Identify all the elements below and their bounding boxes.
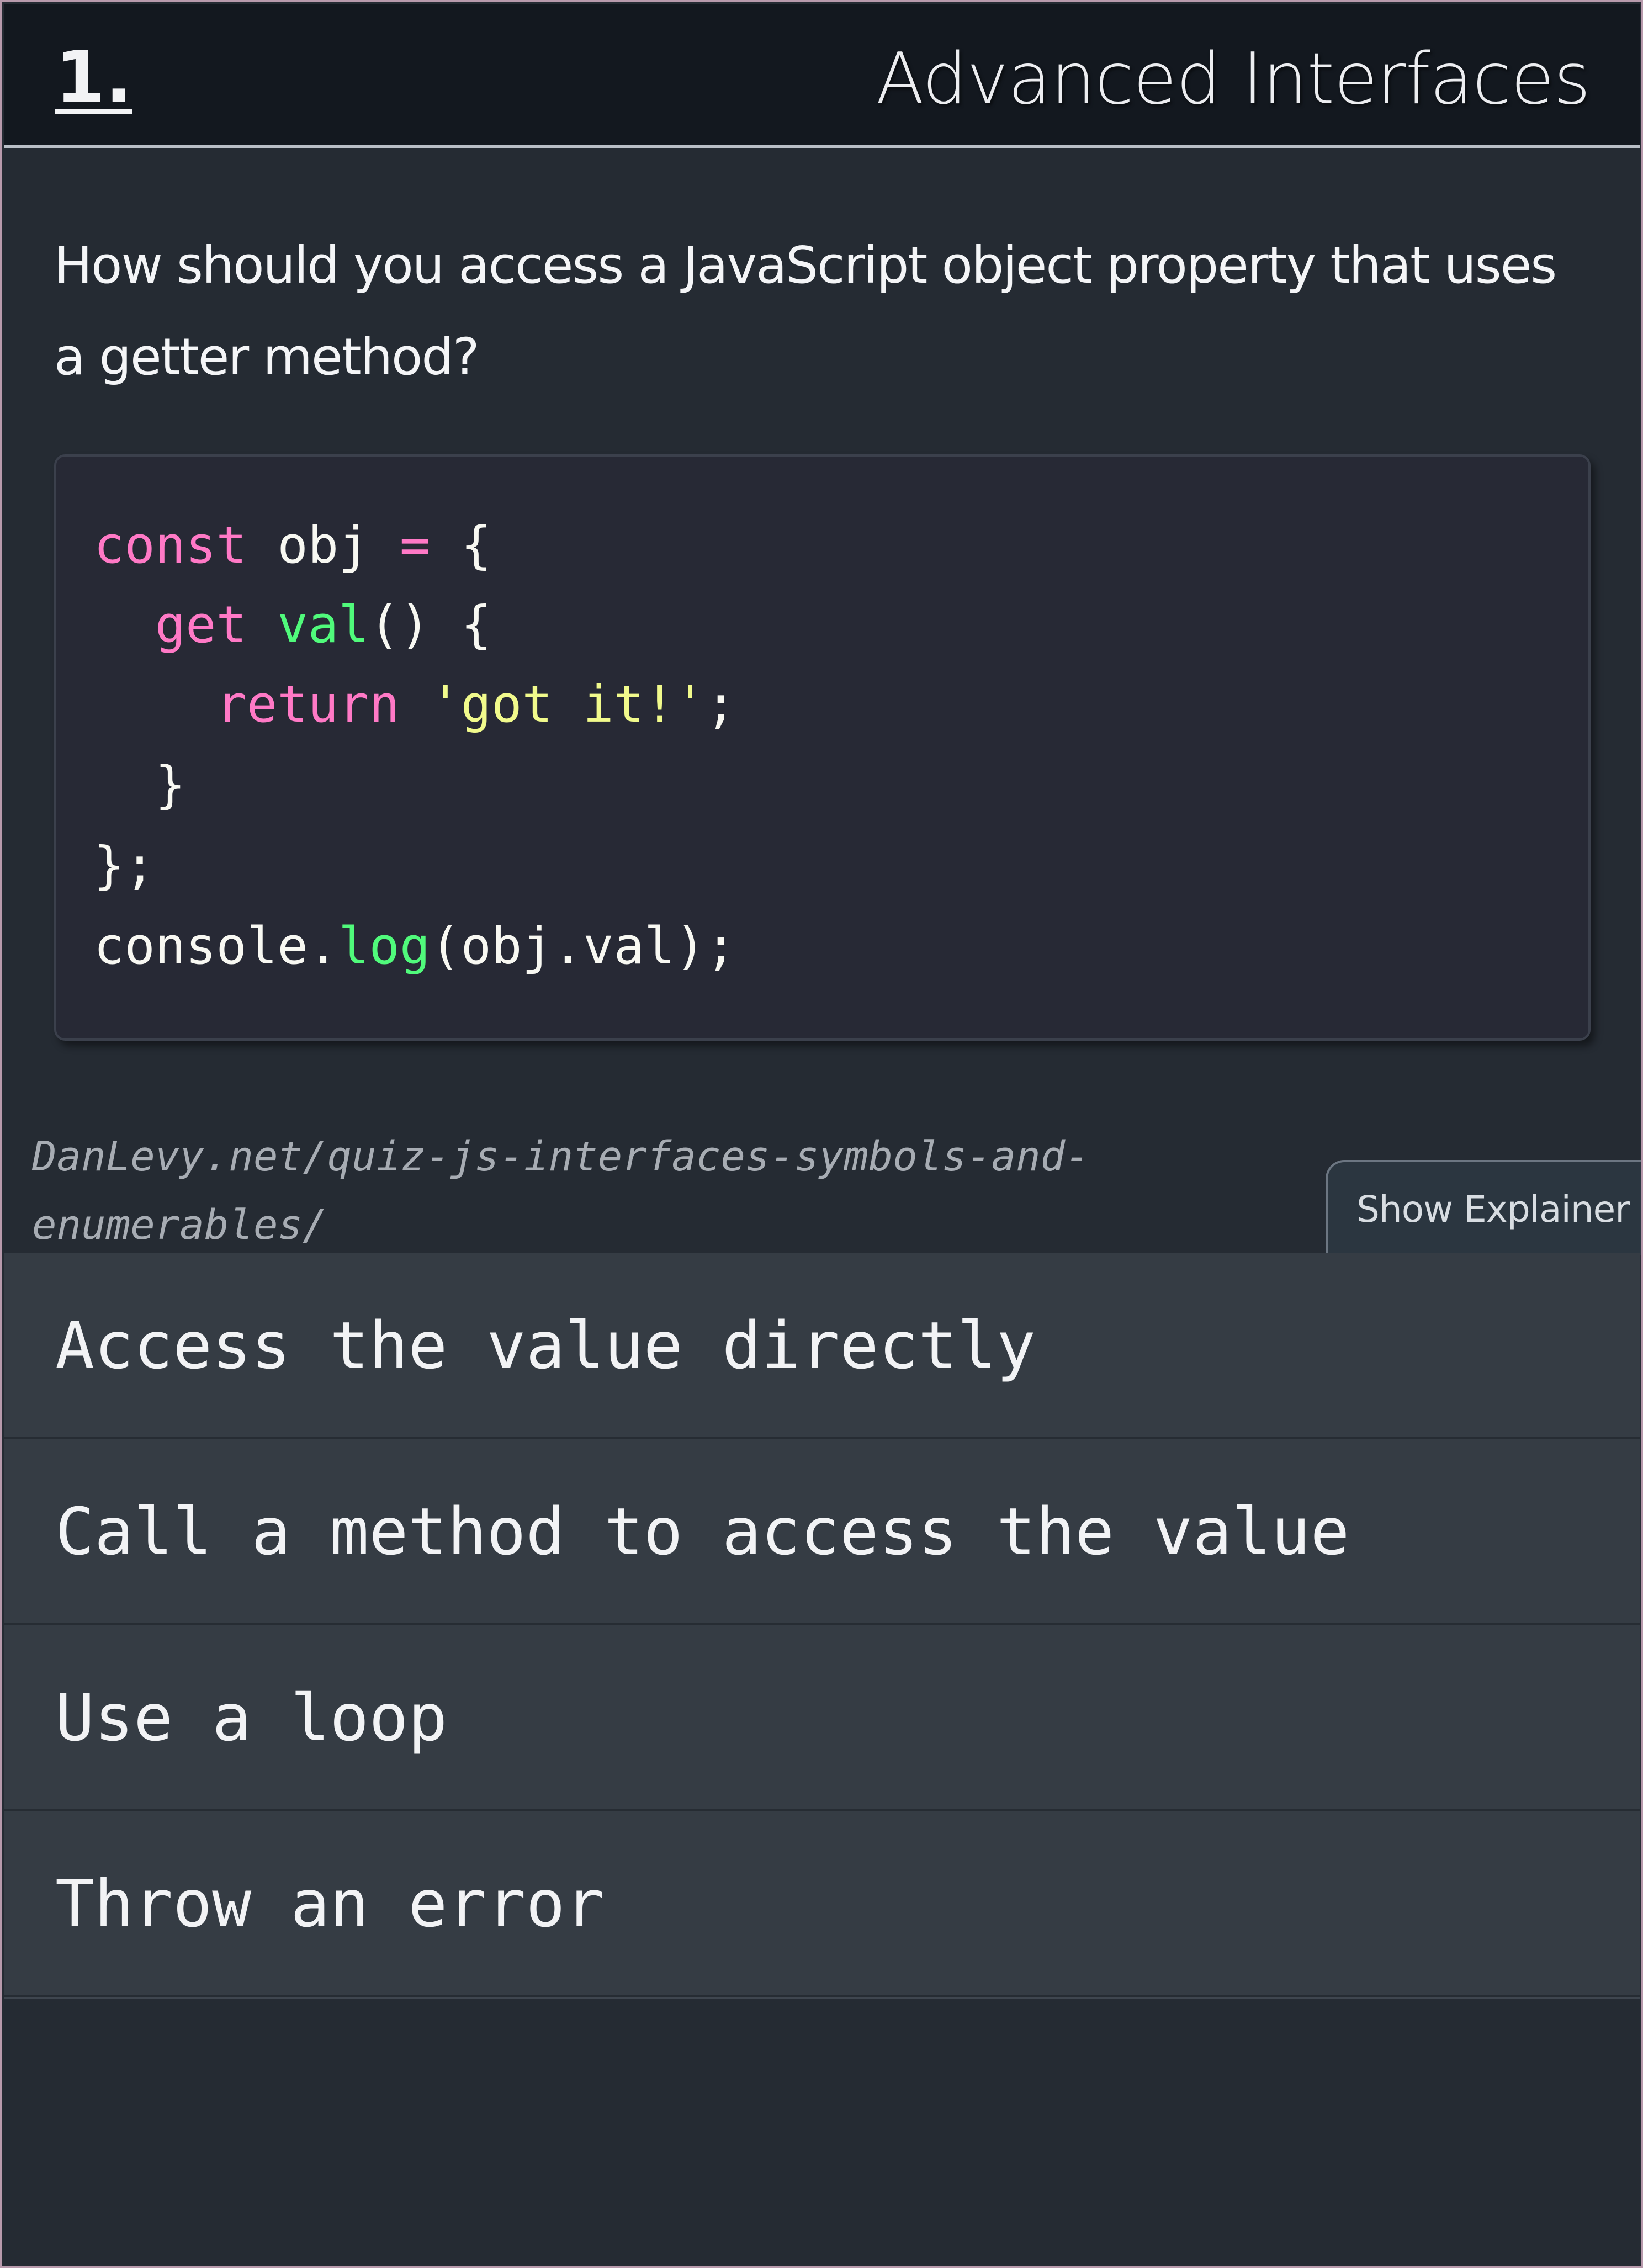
code-token-plain: {	[430, 516, 492, 575]
code-line: console.log(obj.val);	[94, 906, 736, 987]
answer-option-label: Access the value directly	[55, 1307, 1036, 1384]
answer-options: Access the value directly Call a method …	[4, 1253, 1640, 1999]
code-token-str: 'got it!'	[430, 675, 706, 734]
code-token-plain: () {	[369, 595, 492, 654]
code-token-plain: }	[94, 755, 186, 814]
source-link-line-1: DanLevy.net/quiz-js-interfaces-symbols-a…	[32, 1133, 1090, 1180]
code-token-kw: return	[216, 675, 400, 734]
code-token-plain: obj	[246, 516, 400, 575]
code-token-op: =	[399, 516, 431, 575]
code-token-plain: };	[94, 836, 155, 895]
answer-option-label: Call a method to access the value	[55, 1493, 1350, 1570]
source-link-line-2: enumerables/	[32, 1201, 327, 1249]
code-line: };	[94, 825, 155, 906]
answer-option[interactable]: Access the value directly	[4, 1253, 1640, 1439]
code-token-plain: console.	[94, 916, 339, 976]
quiz-card: 1. Advanced Interfaces How should you ac…	[0, 0, 1643, 2268]
question-text: How should you access a JavaScript objec…	[54, 236, 1557, 386]
code-token-plain: ;	[705, 675, 736, 734]
code-token-kw: get	[155, 595, 247, 654]
question-title: Advanced Interfaces	[876, 38, 1591, 120]
question-header: 1. Advanced Interfaces	[4, 4, 1640, 148]
code-token-fn: log	[338, 916, 431, 976]
source-link[interactable]: DanLevy.net/quiz-js-interfaces-symbols-a…	[32, 1122, 1136, 1259]
code-token-fn: val	[277, 595, 369, 654]
code-line: return 'got it!';	[94, 664, 736, 745]
code-line: get val() {	[94, 585, 491, 665]
code-token-kw: const	[94, 516, 247, 575]
code-line: }	[94, 745, 186, 825]
answer-option-label: Throw an error	[55, 1866, 605, 1942]
code-line: const obj = {	[94, 505, 491, 586]
show-explainer-button[interactable]: Show Explainer	[1326, 1160, 1641, 1255]
code-token-plain: (obj.val);	[430, 916, 736, 976]
answer-option-label: Use a loop	[55, 1679, 448, 1756]
code-block: const obj = { get val() { return 'got it…	[54, 454, 1591, 1041]
answer-option[interactable]: Throw an error	[4, 1811, 1640, 1997]
answer-option[interactable]: Call a method to access the value	[4, 1439, 1640, 1625]
question-number: 1.	[55, 35, 132, 119]
options-divider	[4, 1997, 1640, 1999]
answer-option[interactable]: Use a loop	[4, 1625, 1640, 1811]
